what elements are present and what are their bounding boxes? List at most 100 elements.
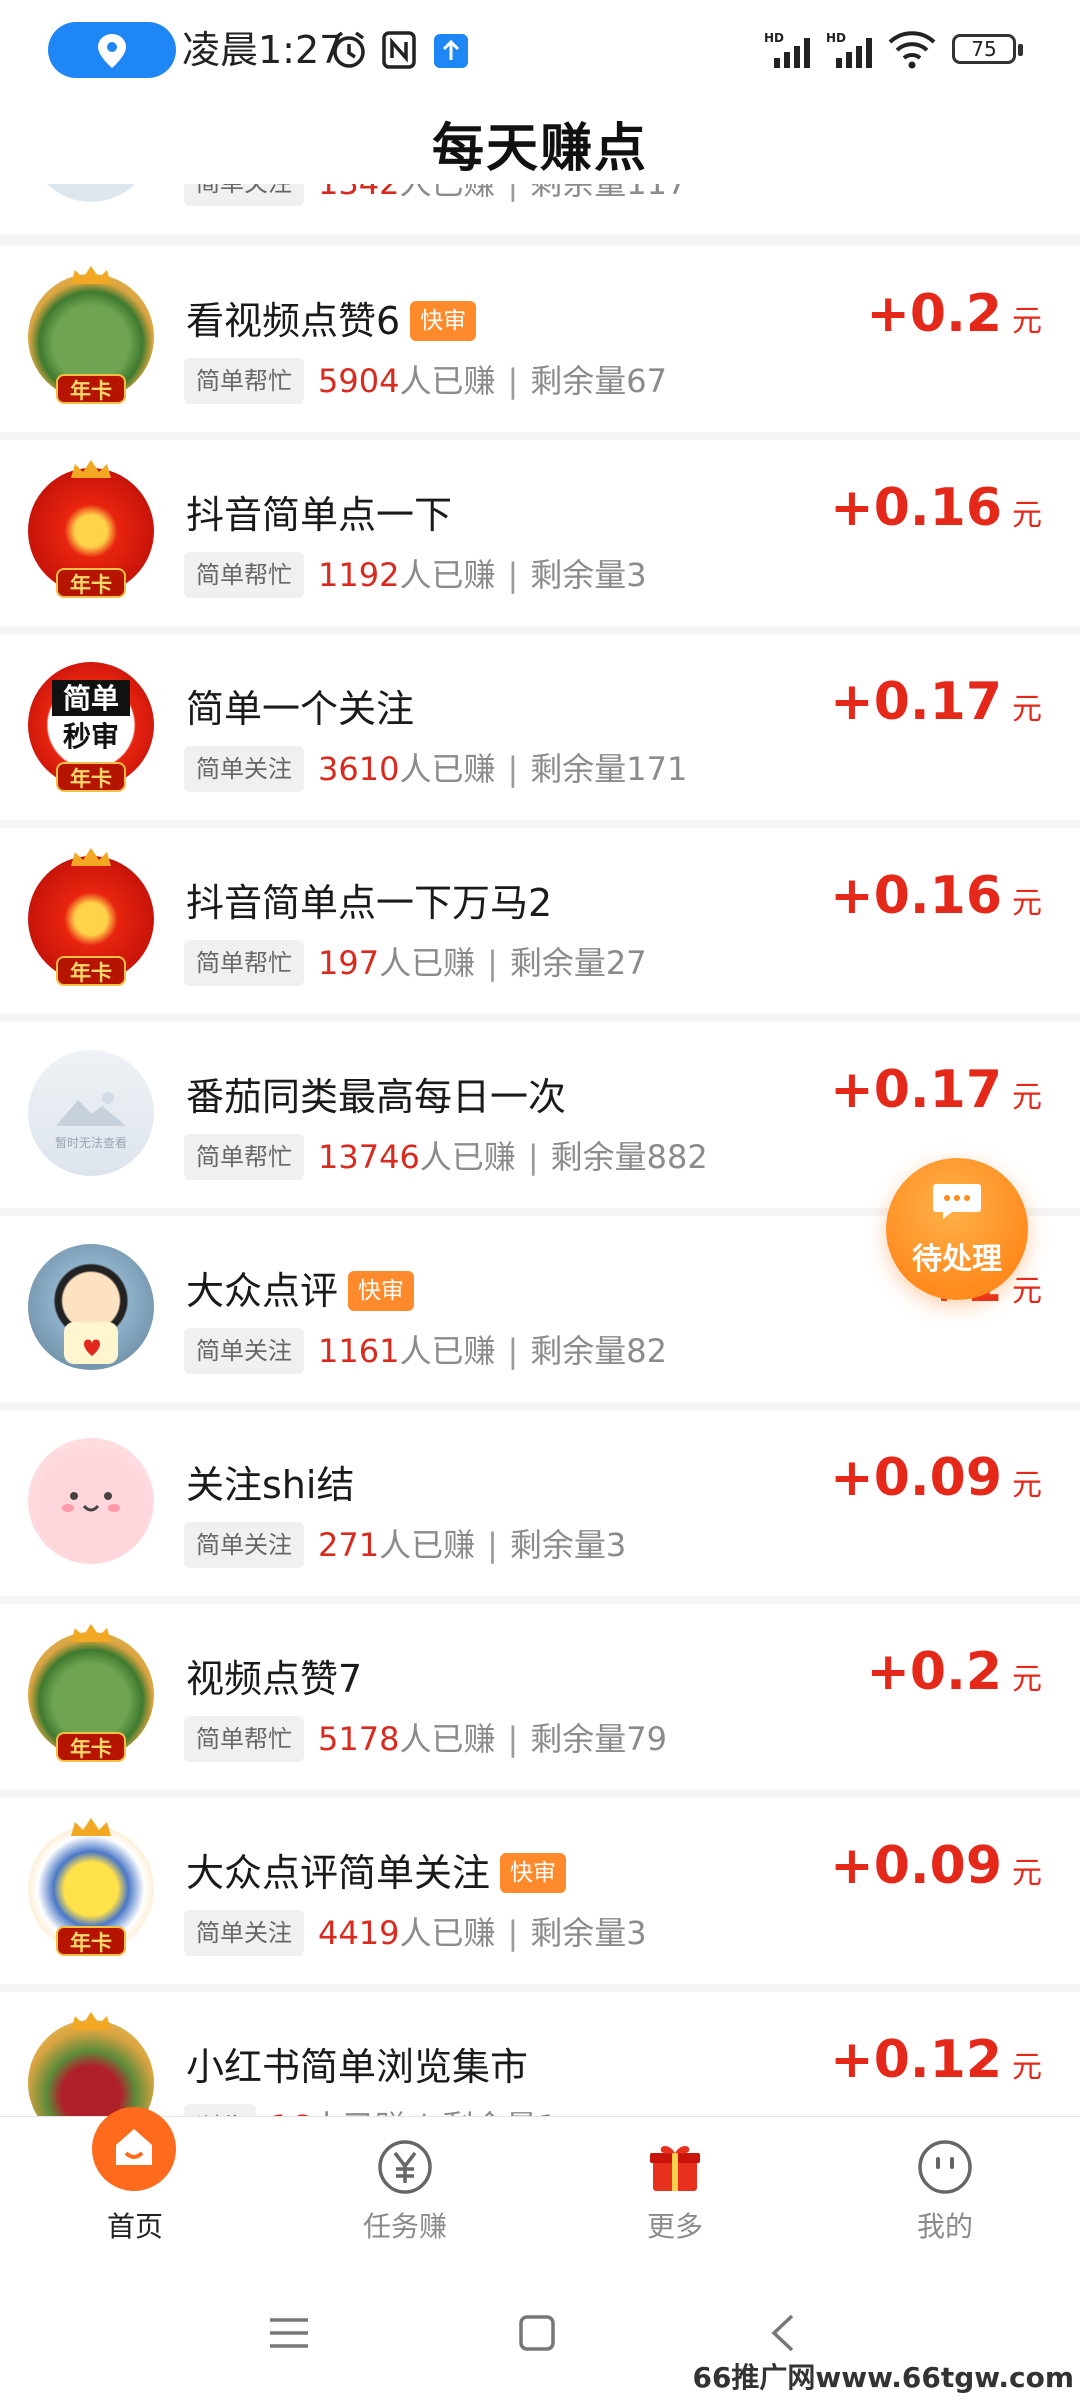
earned-suffix: 人已赚 <box>399 750 496 788</box>
task-meta: 浏览 16人已赚 | 剩余量1 <box>184 2104 558 2116</box>
task-title: 抖音简单点一下 <box>186 493 453 537</box>
remaining-count: 剩余量171 <box>530 750 688 788</box>
task-row[interactable]: 年卡 视频点赞7 简单帮忙 5178人已赚 | 剩余量79 +0.2 元 <box>0 1604 1080 1790</box>
task-row[interactable]: 年卡 抖音简单点一下万马2 简单帮忙 197人已赚 | 剩余量27 +0.16 元 <box>0 828 1080 1014</box>
reward-price: +0.16 元 <box>830 478 1042 538</box>
crown-icon <box>71 460 111 478</box>
pending-label: 待处理 <box>912 1242 1002 1277</box>
remaining-count: 剩余量27 <box>509 944 647 982</box>
category-tag: 简单关注 <box>184 1328 304 1374</box>
nav-more[interactable]: 更多 <box>540 2117 810 2269</box>
separator: | <box>507 556 519 594</box>
earned-count: 271 <box>318 1526 380 1564</box>
crown-icon <box>71 2012 111 2030</box>
bottom-nav: 首页 任务赚 更多 我的 <box>0 2107 1080 2269</box>
nav-profile[interactable]: 我的 <box>810 2117 1080 2269</box>
earned-suffix: 人已赚 <box>399 184 495 202</box>
message-bubble-icon <box>933 1184 981 1219</box>
task-meta: 简单帮忙 5904人已赚 | 剩余量67 <box>184 358 667 404</box>
page-title: 每天赚点 <box>431 119 648 179</box>
earned-count: 1192 <box>318 556 400 594</box>
earned-suffix: 人已赚 <box>311 2108 407 2116</box>
task-avatar <box>28 184 154 202</box>
nfc-icon <box>382 31 416 69</box>
task-meta: 简单帮忙 13746人已赚 | 剩余量882 <box>184 1134 708 1180</box>
task-row[interactable]: 简单 秒审 年卡 简单一个关注 简单关注 3610人已赚 | 剩余量171 +0.17… <box>0 634 1080 820</box>
task-row[interactable]: 小红书简单浏览集市 浏览 16人已赚 | 剩余量1 +0.12元 <box>0 1992 1080 2116</box>
recent-apps-icon[interactable] <box>264 2308 314 2358</box>
category-tag: 简单帮忙 <box>184 940 304 986</box>
nav-home[interactable]: 首页 <box>0 2107 270 2269</box>
signal-hd-1-icon: HD <box>764 31 810 68</box>
earned-count: 5904 <box>318 362 400 400</box>
category-tag: 简单帮忙 <box>184 1134 304 1180</box>
task-row[interactable]: 年卡 抖音简单点一下 简单帮忙 1192人已赚 | 剩余量3 +0.16 元 <box>0 440 1080 626</box>
annual-card-badge: 年卡 <box>56 374 126 404</box>
task-row-partial[interactable]: 简单关注 1342人已赚 | 剩余量117 <box>0 184 1080 234</box>
minions-avatar-icon: 年卡 <box>28 1818 154 1956</box>
reward-price: +0.17 元 <box>830 672 1042 732</box>
mountain-placeholder-icon <box>56 1092 126 1126</box>
nav-tasks[interactable]: 任务赚 <box>270 2117 540 2269</box>
task-title: 大众点评简单关注 快审 <box>186 1842 567 1897</box>
watermark: 66推广网www.66tgw.com <box>692 2361 1074 2394</box>
remaining-count: 剩余量3 <box>509 1526 627 1564</box>
cartoon-shirt-icon <box>64 1322 118 1364</box>
pending-tasks-button[interactable]: 待处理 <box>886 1158 1028 1300</box>
task-row[interactable]: 年卡 看视频点赞6 快审 简单帮忙 5904人已赚 | 剩余量67 +0.2 元 <box>0 246 1080 432</box>
blob-face-icon <box>62 1492 120 1512</box>
separator: | <box>507 184 518 202</box>
fortune-god-avatar-icon: 年卡 <box>28 848 154 986</box>
earned-suffix: 人已赚 <box>379 1526 476 1564</box>
reward-price: +0.09 元 <box>830 1448 1042 1508</box>
task-title: 大众点评 快审 <box>186 1260 415 1315</box>
remaining-count: 剩余量3 <box>530 1914 647 1952</box>
separator: | <box>507 362 519 400</box>
svg-text:秒审: 秒审 <box>63 720 119 753</box>
earned-count: 4419 <box>318 1914 400 1952</box>
earned-suffix: 人已赚 <box>399 1720 496 1758</box>
remaining-count: 剩余量882 <box>550 1138 708 1176</box>
wifi-icon <box>888 31 936 69</box>
nav-label: 首页 <box>106 2210 163 2243</box>
placeholder-avatar-icon: 暂时无法查看 <box>28 1050 154 1176</box>
home-square-icon[interactable] <box>512 2308 562 2358</box>
fast-review-tag: 快审 <box>410 301 477 341</box>
separator: | <box>527 1138 539 1176</box>
battery-indicator: 75 <box>952 34 1023 64</box>
remaining-count: 剩余量82 <box>530 1332 667 1370</box>
remaining-count: 剩余量67 <box>530 362 667 400</box>
separator: | <box>507 1720 519 1758</box>
nav-label: 更多 <box>646 2210 703 2243</box>
separator: | <box>487 944 498 982</box>
back-icon[interactable] <box>760 2308 810 2358</box>
placeholder-caption: 暂时无法查看 <box>54 1136 127 1150</box>
category-tag: 简单关注 <box>184 1910 304 1956</box>
task-meta: 简单关注 1342人已赚 | 剩余量117 <box>184 184 687 206</box>
task-title: 看视频点赞6 快审 <box>186 290 477 345</box>
fast-review-tag: 快审 <box>500 1853 567 1893</box>
home-icon <box>92 2107 176 2191</box>
category-tag: 简单帮忙 <box>184 358 304 404</box>
location-pill[interactable] <box>48 22 176 78</box>
separator: | <box>507 1914 519 1952</box>
category-tag: 简单关注 <box>184 1522 304 1568</box>
earned-suffix: 人已赚 <box>419 1138 516 1176</box>
annual-card-badge: 年卡 <box>56 568 126 598</box>
task-row[interactable]: 关注shi结 简单关注 271人已赚 | 剩余量3 +0.09 元 <box>0 1410 1080 1596</box>
task-list[interactable]: 简单关注1342人已赚|剩余量117 年卡 看视频点赞6快审 简单帮忙5904人… <box>0 184 1080 2116</box>
profile-icon <box>918 2140 972 2194</box>
task-meta: 简单关注 271人已赚 | 剩余量3 <box>184 1522 626 1568</box>
pink-blob-avatar-icon <box>28 1438 154 1564</box>
nav-label: 我的 <box>916 2210 973 2243</box>
annual-card-badge: 年卡 <box>56 956 126 986</box>
earned-count: 1342 <box>318 184 399 202</box>
separator: | <box>487 1526 498 1564</box>
reward-price: +0.12 元 <box>830 2030 1042 2090</box>
earned-count: 16 <box>270 2108 311 2116</box>
task-row[interactable]: 年卡 大众点评简单关注 快审 简单关注 4419人已赚 | 剩余量3 +0.09 元 <box>0 1798 1080 1984</box>
crown-icon <box>71 848 111 866</box>
task-meta: 简单帮忙 5178人已赚 | 剩余量79 <box>184 1716 667 1762</box>
reward-price: +0.16 元 <box>830 866 1042 926</box>
task-title: 视频点赞7 <box>186 1657 363 1701</box>
